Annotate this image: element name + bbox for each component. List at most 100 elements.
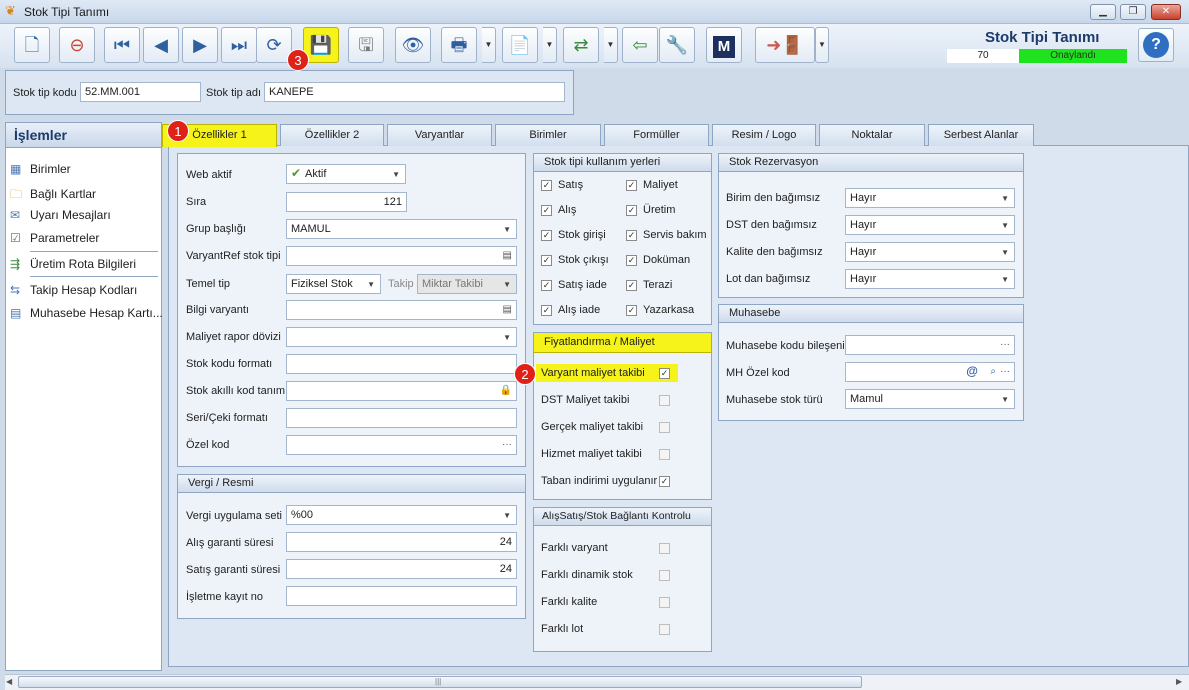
sira-input[interactable]: 121 [286,192,407,212]
scroll-right-icon[interactable]: ▶ [1176,677,1182,686]
muhasebe-stok-turu-select[interactable]: Mamul ▼ [845,389,1015,409]
pdf-dropdown-icon[interactable]: ▼ [543,27,557,63]
stok-tip-adi-input[interactable]: KANEPE [264,82,565,102]
checkbox[interactable]: ✓ [541,180,552,191]
close-window-button[interactable]: ✕ [1151,4,1181,20]
stok-tip-kodu-input[interactable]: 52.MM.001 [80,82,201,102]
print-dropdown-icon[interactable]: ▼ [482,27,496,63]
previous-record-icon[interactable]: ◀ [143,27,179,63]
alissatis-title: AlışSatış/Stok Bağlantı Kontrolu [534,508,711,526]
sidebar-item-uretim-rota[interactable]: ⇶ Üretim Rota Bilgileri [10,257,136,271]
maximize-button[interactable]: ❐ [1120,4,1146,20]
record-count: 70 [947,49,1019,63]
checkbox[interactable]: ✓ [541,230,552,241]
checkbox[interactable]: ✓ [541,280,552,291]
last-record-icon[interactable]: ⏭ [221,27,257,63]
tab-formuller[interactable]: Formüller [604,124,709,146]
minimize-button[interactable]: ▁ [1090,4,1116,20]
checkbox[interactable] [659,449,670,460]
checkbox[interactable]: ✓ [626,230,637,241]
checkbox[interactable]: ✓ [541,305,552,316]
stok-kodu-formati-input[interactable] [286,354,517,374]
checkbox[interactable]: ✓ [626,205,637,216]
varyantref-input[interactable]: ▤ [286,246,517,266]
grup-basligi-select[interactable]: MAMUL ▼ [286,219,517,239]
checkbox[interactable]: ✓ [659,368,670,379]
sidebar-item-uyari-mesajlari[interactable]: ✉ Uyarı Mesajları [10,208,111,222]
tab-noktalar[interactable]: Noktalar [819,124,925,146]
check-icon: ✔ [291,166,302,180]
checkbox[interactable] [659,570,670,581]
checkbox-label: Maliyet [643,179,678,191]
checkbox[interactable]: ✓ [626,280,637,291]
rezervasyon-select[interactable]: Hayır ▼ [845,242,1015,262]
tab-ozellikler-2[interactable]: Özellikler 2 [280,124,384,146]
checkbox[interactable]: ✓ [626,305,637,316]
export-dropdown-icon[interactable]: ▼ [604,27,618,63]
more-icon[interactable]: ··· [1000,365,1010,378]
mh-ozel-kod-input[interactable]: @ ⌕ ··· [845,362,1015,382]
sidebar-item-bagli-kartlar[interactable]: 🗀 Bağlı Kartlar [10,185,96,206]
more-icon[interactable]: ··· [1000,338,1010,351]
pdf-export-icon[interactable]: 📄 [502,27,538,63]
rezervasyon-select[interactable]: Hayır ▼ [845,269,1015,289]
sidebar-item-muhasebe-hesap[interactable]: ▤ Muhasebe Hesap Kartı... [10,306,163,320]
rezervasyon-select[interactable]: Hayır ▼ [845,215,1015,235]
ozel-kod-label: Özel kod [186,439,230,451]
seri-ceki-formati-input[interactable] [286,408,517,428]
satis-garanti-input[interactable]: 24 [286,559,517,579]
save-close-icon[interactable]: 🖫 [348,27,384,63]
export-icon[interactable]: ⇄ [563,27,599,63]
preview-icon[interactable]: 👁 [395,27,431,63]
more-icon[interactable]: ··· [502,438,512,451]
stok-akilli-kod-input[interactable]: 🔒 [286,381,517,401]
checkbox[interactable] [659,624,670,635]
checkbox[interactable]: ✓ [626,180,637,191]
print-icon[interactable]: 🖶 [441,27,477,63]
checkbox[interactable] [659,395,670,406]
exit-icon[interactable]: ➜🚪 [755,27,815,63]
tools-icon[interactable]: 🔧 [659,27,695,63]
sidebar-item-takip-hesap[interactable]: ⇆ Takip Hesap Kodları [10,283,137,297]
sidebar-item-parametreler[interactable]: ☑ Parametreler [10,231,99,245]
at-icon[interactable]: @ [966,365,978,378]
delete-document-icon[interactable]: ⊖ [59,27,95,63]
checkbox-label: Farklı varyant [541,542,608,554]
tab-resim-logo[interactable]: Resim / Logo [712,124,816,146]
ozel-kod-input[interactable]: ··· [286,435,517,455]
sidebar-item-birimler[interactable]: ▦ Birimler [10,162,71,176]
muhasebe-bilesen-input[interactable]: ··· [845,335,1015,355]
help-button[interactable]: ? [1138,28,1174,62]
rezervasyon-select[interactable]: Hayır ▼ [845,188,1015,208]
lookup-icon[interactable]: ▤ [503,303,512,316]
alis-garanti-label: Alış garanti süresi [186,537,274,549]
first-record-icon[interactable]: ⏮ [104,27,140,63]
bilgi-varyanti-input[interactable]: ▤ [286,300,517,320]
tab-serbest-alanlar[interactable]: Serbest Alanlar [928,124,1034,146]
checkbox[interactable] [659,422,670,433]
tab-varyantlar[interactable]: Varyantlar [387,124,492,146]
alis-garanti-input[interactable]: 24 [286,532,517,552]
lookup-icon[interactable]: ▤ [503,249,512,262]
m-logo-icon[interactable]: M [706,27,742,63]
isletme-kayit-input[interactable] [286,586,517,606]
rezervasyon-value: Hayır [850,246,877,258]
new-document-icon[interactable]: 🗋 [14,27,50,63]
checkbox[interactable] [659,543,670,554]
import-icon[interactable]: ⇦ [622,27,658,63]
chevron-down-icon: ▼ [1001,221,1009,230]
web-aktif-select[interactable]: ✔ Aktif ▼ [286,164,406,184]
scroll-left-icon[interactable]: ◀ [6,677,12,686]
tab-birimler[interactable]: Birimler [495,124,601,146]
checkbox[interactable]: ✓ [541,255,552,266]
next-record-icon[interactable]: ▶ [182,27,218,63]
maliyet-rapor-dovizi-select[interactable]: ▼ [286,327,517,347]
exit-dropdown-icon[interactable]: ▼ [815,27,829,63]
search-icon[interactable]: ⌕ [990,365,996,378]
checkbox[interactable]: ✓ [626,255,637,266]
vergi-uygulama-select[interactable]: %00 ▼ [286,505,517,525]
checkbox[interactable] [659,597,670,608]
checkbox[interactable]: ✓ [659,476,670,487]
temel-tip-select[interactable]: Fiziksel Stok ▼ [286,274,381,294]
checkbox[interactable]: ✓ [541,205,552,216]
